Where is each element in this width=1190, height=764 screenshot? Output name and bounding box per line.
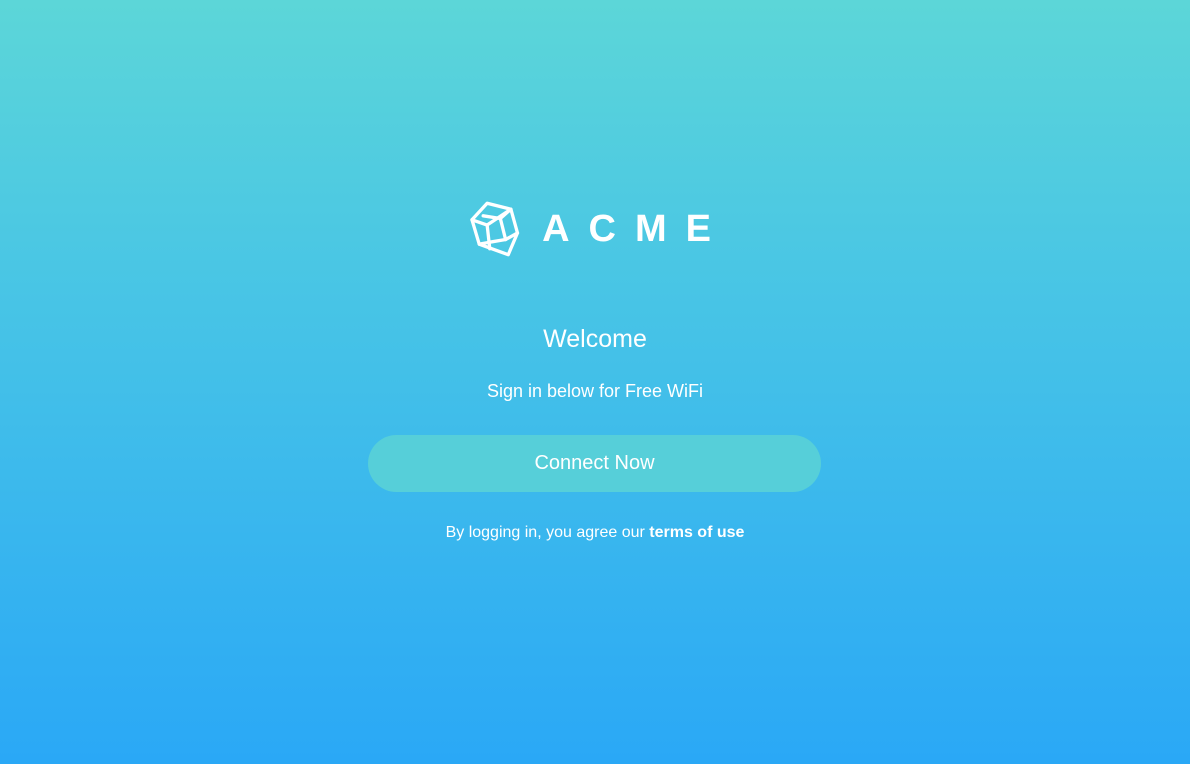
welcome-title: Welcome [543, 325, 647, 353]
brand-name: ACME [542, 208, 730, 250]
terms-notice: By logging in, you agree our terms of us… [0, 522, 1190, 544]
cube-icon [470, 201, 520, 257]
welcome-subtitle: Sign in below for Free WiFi [486, 381, 704, 401]
terms-of-use-link[interactable]: terms of use [649, 524, 744, 541]
login-screen: ACME Welcome Sign in below for Free WiFi… [0, 0, 1190, 764]
brand-logo: ACME [470, 186, 730, 272]
connect-now-button[interactable]: Connect Now [368, 435, 821, 492]
terms-prefix: By logging in, you agree our [445, 524, 645, 541]
